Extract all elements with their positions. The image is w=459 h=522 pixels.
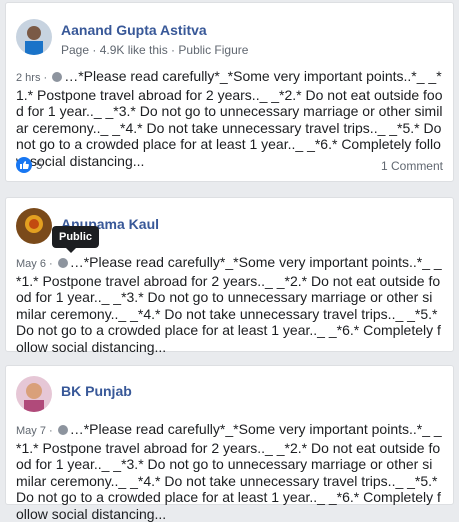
post-time[interactable]: May 7 · (16, 425, 56, 437)
globe-icon[interactable] (57, 258, 68, 268)
post-time[interactable]: May 6 · (16, 258, 56, 270)
post-text: May 6 · …*Please read carefully*_*Some v… (16, 254, 443, 355)
globe-icon[interactable] (52, 72, 63, 82)
post-time[interactable]: 2 hrs · (16, 72, 50, 84)
reaction-summary[interactable]: 5 (16, 157, 43, 173)
comment-count[interactable]: 1 Comment (381, 159, 443, 173)
avatar[interactable] (16, 208, 52, 244)
author-name[interactable]: Aanand Gupta Astitva (61, 22, 207, 38)
like-count: 5 (36, 158, 43, 172)
post-body: …*Please read carefully*_*Some very impo… (16, 421, 442, 522)
post-card: Anupama Kaul Public May 6 · …*Please rea… (5, 197, 454, 355)
post-body: …*Please read carefully*_*Some very impo… (16, 68, 443, 169)
privacy-tooltip: Public (52, 226, 100, 253)
globe-icon[interactable] (57, 425, 68, 435)
like-icon (16, 157, 32, 173)
post-text: May 7 · …*Please read carefully*_*Some v… (16, 421, 443, 522)
avatar[interactable] (16, 19, 52, 55)
post-card: Aanand Gupta Astitva Page · 4.9K like th… (5, 2, 454, 182)
post-card: BK Punjab May 7 · …*Please read carefull… (5, 365, 454, 522)
avatar[interactable] (16, 376, 52, 412)
author-name[interactable]: BK Punjab (61, 383, 132, 399)
page-info: Page · 4.9K like this · Public Figure (61, 43, 249, 57)
post-text: 2 hrs · …*Please read carefully*_*Some v… (16, 68, 443, 169)
post-body: …*Please read carefully*_*Some very impo… (16, 254, 442, 355)
